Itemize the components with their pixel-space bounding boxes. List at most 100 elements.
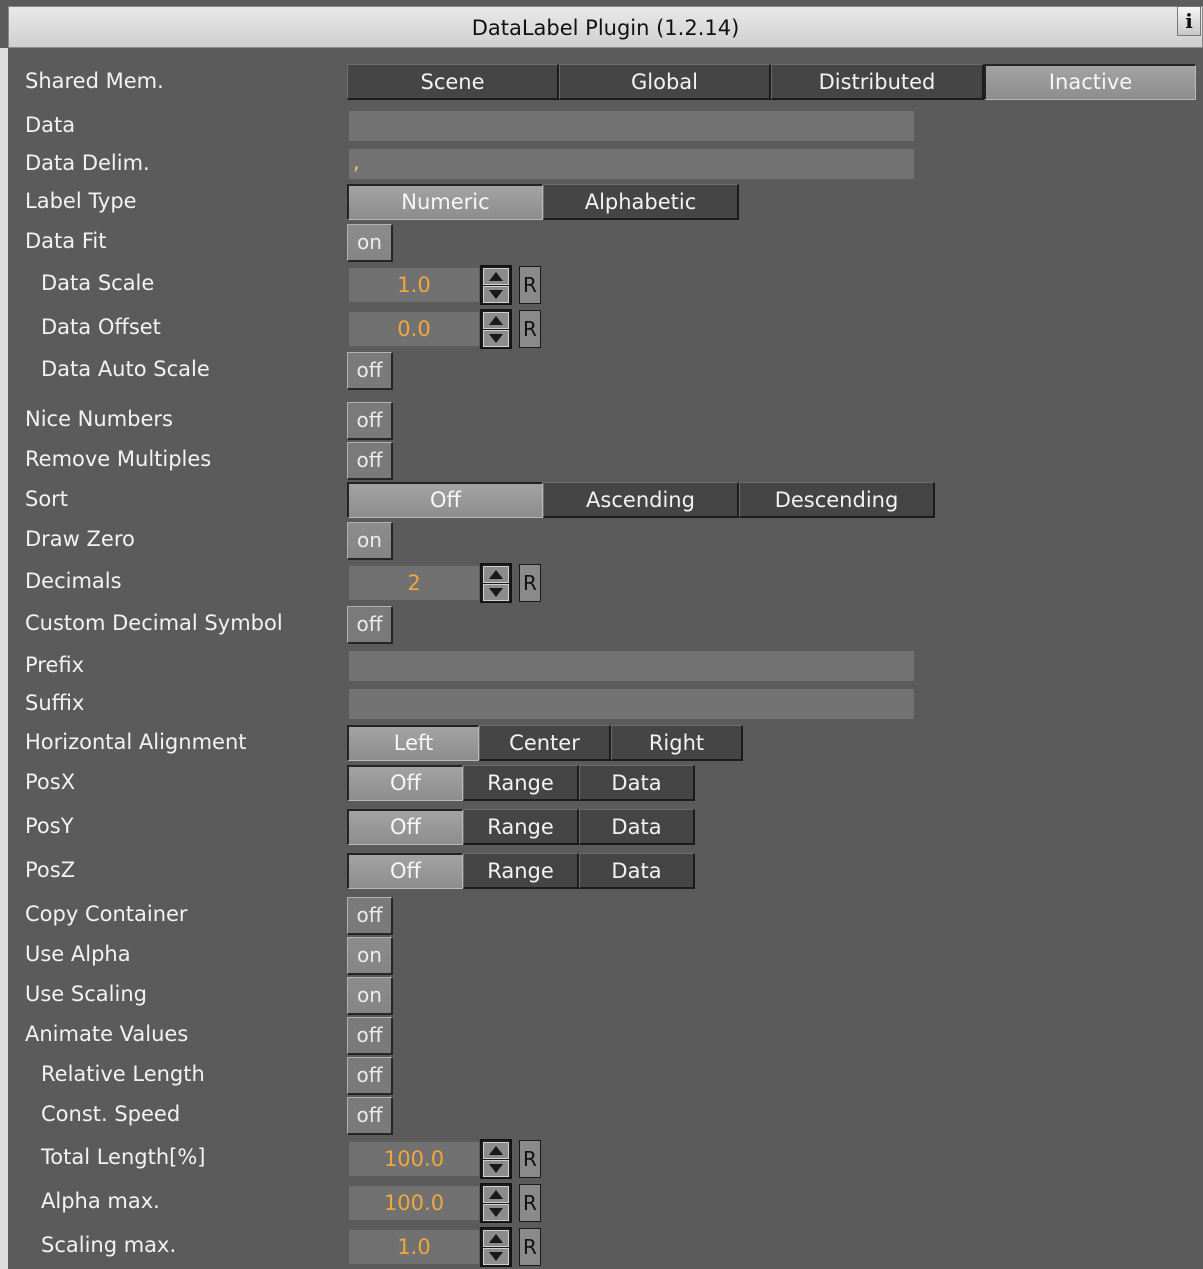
suffix-input[interactable] [349, 689, 914, 719]
alpha-max-label: Alpha max. [41, 1189, 160, 1213]
use-alpha-label: Use Alpha [25, 942, 131, 966]
data-scale-label: Data Scale [41, 271, 155, 295]
data-fit-toggle[interactable]: on [347, 224, 393, 262]
sort-label: Sort [25, 487, 69, 511]
horizontal-alignment-left-button[interactable]: Left [347, 725, 479, 761]
data-auto-scale-toggle[interactable]: off [347, 352, 393, 390]
nice-numbers-label: Nice Numbers [25, 407, 173, 431]
alpha-max-reset-button[interactable]: R [519, 1184, 541, 1222]
posy-off-button[interactable]: Off [347, 809, 463, 845]
scaling-max-decrement-icon[interactable] [483, 1248, 509, 1265]
copy-container-label: Copy Container [25, 902, 188, 926]
label-type-numeric-button[interactable]: Numeric [347, 184, 543, 220]
sort-ascending-button[interactable]: Ascending [543, 482, 739, 518]
shared-mem-inactive-button[interactable]: Inactive [984, 64, 1196, 100]
animate-values-label: Animate Values [25, 1022, 189, 1046]
relative-length-label: Relative Length [41, 1062, 205, 1086]
total-length-decrement-icon[interactable] [483, 1160, 509, 1177]
data-scale-input[interactable]: 1.0 [349, 268, 479, 302]
shared-mem-label: Shared Mem. [25, 69, 164, 93]
data-label: Data [25, 113, 76, 137]
datalabel-plugin-panel: DataLabel Plugin (1.2.14) i Shared Mem. … [0, 0, 1203, 1269]
const-speed-label: Const. Speed [41, 1102, 181, 1126]
total-length-increment-icon[interactable] [483, 1142, 509, 1159]
horizontal-alignment-label: Horizontal Alignment [25, 730, 247, 754]
posx-range-button[interactable]: Range [463, 765, 579, 801]
data-fit-label: Data Fit [25, 229, 107, 253]
shared-mem-scene-button[interactable]: Scene [347, 64, 559, 100]
data-delim-label: Data Delim. [25, 151, 150, 175]
label-type-label: Label Type [25, 189, 137, 213]
horizontal-alignment-center-button[interactable]: Center [479, 725, 611, 761]
data-delim-input[interactable]: , [349, 149, 914, 179]
alpha-max-input[interactable]: 100.0 [349, 1186, 479, 1220]
data-auto-scale-label: Data Auto Scale [41, 357, 210, 381]
custom-decimal-symbol-label: Custom Decimal Symbol [25, 611, 283, 635]
data-scale-reset-button[interactable]: R [519, 266, 541, 304]
panel-title: DataLabel Plugin (1.2.14) [471, 16, 740, 40]
panel-title-bar: DataLabel Plugin (1.2.14) [8, 6, 1203, 48]
decimals-decrement-icon[interactable] [483, 584, 509, 601]
panel-left-edge [0, 48, 8, 1269]
data-offset-increment-icon[interactable] [483, 312, 509, 329]
posx-off-button[interactable]: Off [347, 765, 463, 801]
data-scale-spinner[interactable] [480, 265, 512, 305]
data-input[interactable] [349, 111, 914, 141]
scaling-max-label: Scaling max. [41, 1233, 177, 1257]
sort-descending-button[interactable]: Descending [739, 482, 935, 518]
posy-data-button[interactable]: Data [579, 809, 695, 845]
nice-numbers-toggle[interactable]: off [347, 402, 393, 440]
shared-mem-distributed-button[interactable]: Distributed [771, 64, 984, 100]
posy-range-button[interactable]: Range [463, 809, 579, 845]
posx-label: PosX [25, 770, 76, 794]
draw-zero-label: Draw Zero [25, 527, 135, 551]
info-button[interactable]: i [1177, 6, 1201, 36]
use-scaling-toggle[interactable]: on [347, 977, 393, 1015]
data-offset-spinner[interactable] [480, 309, 512, 349]
decimals-increment-icon[interactable] [483, 566, 509, 583]
relative-length-toggle[interactable]: off [347, 1057, 393, 1095]
copy-container-toggle[interactable]: off [347, 897, 393, 935]
total-length-spinner[interactable] [480, 1139, 512, 1179]
data-scale-increment-icon[interactable] [483, 268, 509, 285]
use-alpha-toggle[interactable]: on [347, 937, 393, 975]
total-length-reset-button[interactable]: R [519, 1140, 541, 1178]
posz-data-button[interactable]: Data [579, 853, 695, 889]
custom-decimal-symbol-toggle[interactable]: off [347, 606, 393, 644]
scaling-max-input[interactable]: 1.0 [349, 1230, 479, 1264]
horizontal-alignment-right-button[interactable]: Right [611, 725, 743, 761]
data-offset-decrement-icon[interactable] [483, 330, 509, 347]
suffix-label: Suffix [25, 691, 85, 715]
draw-zero-toggle[interactable]: on [347, 522, 393, 560]
posx-data-button[interactable]: Data [579, 765, 695, 801]
use-scaling-label: Use Scaling [25, 982, 147, 1006]
posy-label: PosY [25, 814, 74, 838]
data-offset-label: Data Offset [41, 315, 161, 339]
decimals-spinner[interactable] [480, 563, 512, 603]
prefix-label: Prefix [25, 653, 85, 677]
scaling-max-increment-icon[interactable] [483, 1230, 509, 1247]
posz-off-button[interactable]: Off [347, 853, 463, 889]
scaling-max-spinner[interactable] [480, 1227, 512, 1267]
shared-mem-global-button[interactable]: Global [559, 64, 771, 100]
label-type-alphabetic-button[interactable]: Alphabetic [543, 184, 739, 220]
remove-multiples-label: Remove Multiples [25, 447, 212, 471]
prefix-input[interactable] [349, 651, 914, 681]
total-length-input[interactable]: 100.0 [349, 1142, 479, 1176]
alpha-max-increment-icon[interactable] [483, 1186, 509, 1203]
posz-label: PosZ [25, 858, 76, 882]
posz-range-button[interactable]: Range [463, 853, 579, 889]
alpha-max-spinner[interactable] [480, 1183, 512, 1223]
decimals-reset-button[interactable]: R [519, 564, 541, 602]
data-offset-input[interactable]: 0.0 [349, 312, 479, 346]
const-speed-toggle[interactable]: off [347, 1097, 393, 1135]
alpha-max-decrement-icon[interactable] [483, 1204, 509, 1221]
animate-values-toggle[interactable]: off [347, 1017, 393, 1055]
decimals-input[interactable]: 2 [349, 566, 479, 600]
scaling-max-reset-button[interactable]: R [519, 1228, 541, 1266]
data-scale-decrement-icon[interactable] [483, 286, 509, 303]
decimals-label: Decimals [25, 569, 122, 593]
sort-off-button[interactable]: Off [347, 482, 543, 518]
remove-multiples-toggle[interactable]: off [347, 442, 393, 480]
data-offset-reset-button[interactable]: R [519, 310, 541, 348]
